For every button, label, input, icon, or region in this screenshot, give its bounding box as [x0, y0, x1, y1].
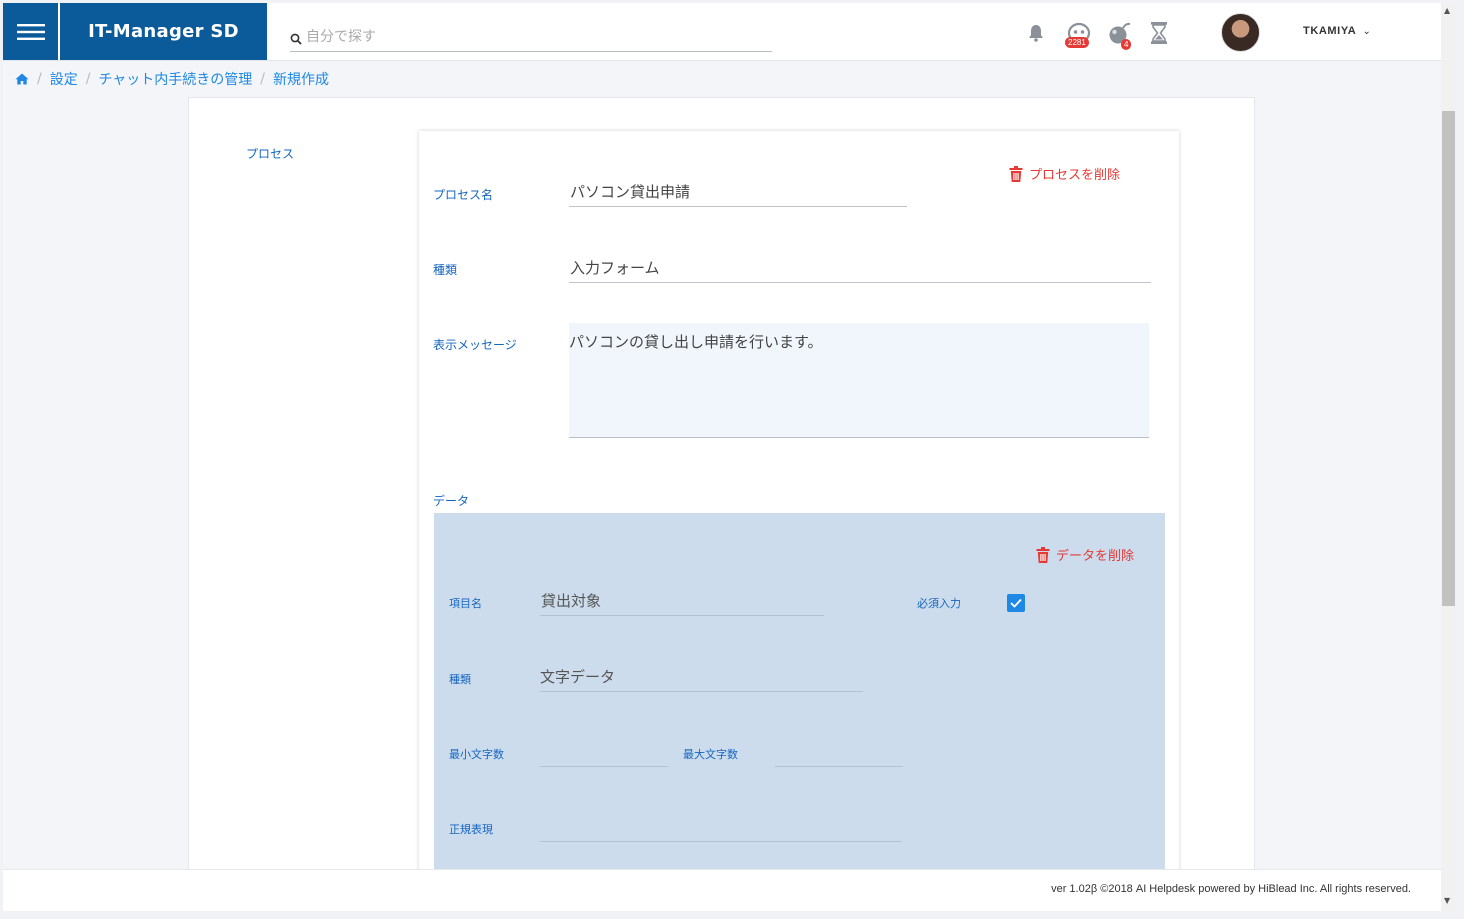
item-name-input[interactable]: 貸出対象	[541, 590, 601, 611]
required-label: 必須入力	[917, 597, 961, 610]
breadcrumb: / 設定 / チャット内手続きの管理 / 新規作成	[15, 68, 329, 90]
home-icon[interactable]	[15, 73, 29, 85]
regex-label: 正規表現	[449, 823, 493, 836]
process-section-label: プロセス	[246, 147, 295, 161]
app-window: IT-Manager SD 2281	[3, 3, 1456, 911]
min-chars-underline	[540, 766, 668, 767]
message-label: 表示メッセージ	[433, 338, 517, 352]
breadcrumb-chat-procedures[interactable]: チャット内手続きの管理	[98, 69, 252, 89]
scroll-down-arrow-icon[interactable]: ▼	[1444, 896, 1450, 905]
data-panel	[434, 513, 1165, 883]
search-bar	[290, 23, 772, 52]
trash-icon	[1009, 165, 1023, 182]
user-menu[interactable]: TKAMIYA ⌄	[1303, 25, 1372, 37]
hamburger-icon	[16, 23, 45, 40]
bomb-badge: 4	[1121, 39, 1132, 50]
max-chars-underline	[775, 766, 903, 767]
min-chars-label: 最小文字数	[449, 748, 504, 761]
incident-button[interactable]: 4	[1105, 19, 1135, 50]
regex-underline	[540, 841, 902, 842]
checkmark-icon	[1010, 598, 1022, 608]
breadcrumb-separator: /	[260, 71, 266, 87]
delete-data-button[interactable]: データを削除	[1036, 545, 1134, 564]
scroll-thumb[interactable]	[1442, 111, 1455, 606]
message-text: パソコンの貸し出し申請を行います。	[569, 333, 823, 351]
data-type-underline	[540, 691, 863, 692]
search-input[interactable]	[302, 29, 746, 45]
menu-button[interactable]	[3, 3, 58, 60]
item-name-underline	[540, 615, 824, 616]
brand-logo[interactable]: IT-Manager SD	[60, 3, 267, 60]
process-type-underline	[569, 282, 1151, 283]
chevron-down-icon: ⌄	[1362, 26, 1372, 37]
avatar[interactable]	[1221, 13, 1260, 52]
hourglass-icon	[1151, 22, 1167, 44]
notification-button[interactable]	[1025, 19, 1047, 47]
face-badge: 2281	[1065, 37, 1089, 48]
breadcrumb-settings[interactable]: 設定	[50, 69, 78, 89]
data-type-label: 種類	[449, 673, 471, 686]
pending-button[interactable]	[1148, 19, 1170, 47]
page-scrollbar[interactable]: ▲ ▼	[1441, 3, 1456, 911]
process-type-select[interactable]: 入力フォーム	[570, 257, 660, 278]
search-icon	[290, 33, 302, 45]
data-type-select[interactable]: 文字データ	[540, 666, 615, 687]
process-type-label: 種類	[433, 263, 458, 277]
max-chars-label: 最大文字数	[683, 748, 738, 761]
delete-process-label: プロセスを削除	[1029, 168, 1121, 183]
message-textarea[interactable]: パソコンの貸し出し申請を行います。	[569, 323, 1149, 438]
breadcrumb-separator: /	[85, 71, 91, 87]
process-name-underline	[569, 206, 907, 207]
footer: ver 1.02β ©2018 AI Helpdesk powered by H…	[3, 869, 1441, 911]
delete-process-button[interactable]: プロセスを削除	[1009, 164, 1120, 183]
support-requests-button[interactable]: 2281	[1063, 19, 1095, 48]
breadcrumb-new[interactable]: 新規作成	[273, 69, 329, 89]
bell-icon	[1029, 25, 1043, 42]
top-bar: IT-Manager SD 2281	[3, 3, 1441, 61]
process-name-label: プロセス名	[433, 188, 494, 202]
required-checkbox[interactable]	[1007, 594, 1025, 612]
user-name: TKAMIYA	[1303, 25, 1356, 37]
footer-text: ver 1.02β ©2018 AI Helpdesk powered by H…	[1051, 883, 1411, 895]
breadcrumb-separator: /	[37, 71, 42, 87]
delete-data-label: データを削除	[1056, 549, 1135, 564]
process-name-input[interactable]: パソコン貸出申請	[570, 181, 690, 202]
data-section-label: データ	[433, 494, 470, 508]
item-name-label: 項目名	[449, 597, 482, 610]
trash-icon	[1036, 546, 1050, 563]
scroll-up-arrow-icon[interactable]: ▲	[1444, 6, 1450, 15]
